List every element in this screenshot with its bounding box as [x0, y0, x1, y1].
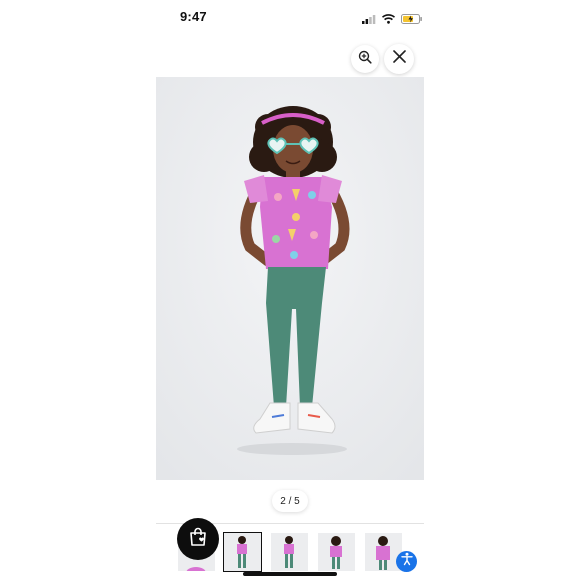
thumbnail-4[interactable]	[318, 533, 355, 571]
accessibility-icon	[400, 552, 414, 571]
thumbnail-2[interactable]	[223, 532, 262, 572]
close-icon	[392, 50, 406, 68]
status-icons	[362, 11, 423, 29]
product-illustration	[156, 77, 424, 480]
thumbnail-3[interactable]	[271, 533, 308, 571]
status-time: 9:47	[180, 9, 207, 24]
battery-charging-icon	[401, 11, 423, 29]
thumbnail-image	[237, 536, 247, 568]
shopping-bag-button[interactable]	[177, 518, 219, 560]
page-indicator: 2 / 5	[272, 490, 308, 512]
close-button[interactable]	[384, 44, 414, 74]
wifi-icon	[381, 11, 396, 29]
shopping-bag-heart-icon	[188, 527, 208, 552]
thumbnail-image	[330, 536, 342, 569]
product-photo[interactable]	[156, 77, 424, 480]
home-indicator	[243, 572, 337, 576]
cellular-signal-icon	[362, 11, 376, 29]
accessibility-button[interactable]	[396, 551, 417, 572]
zoom-in-icon	[358, 50, 372, 69]
status-bar: 9:47	[0, 0, 580, 34]
thumbnail-image	[284, 536, 294, 568]
zoom-button[interactable]	[351, 45, 379, 73]
